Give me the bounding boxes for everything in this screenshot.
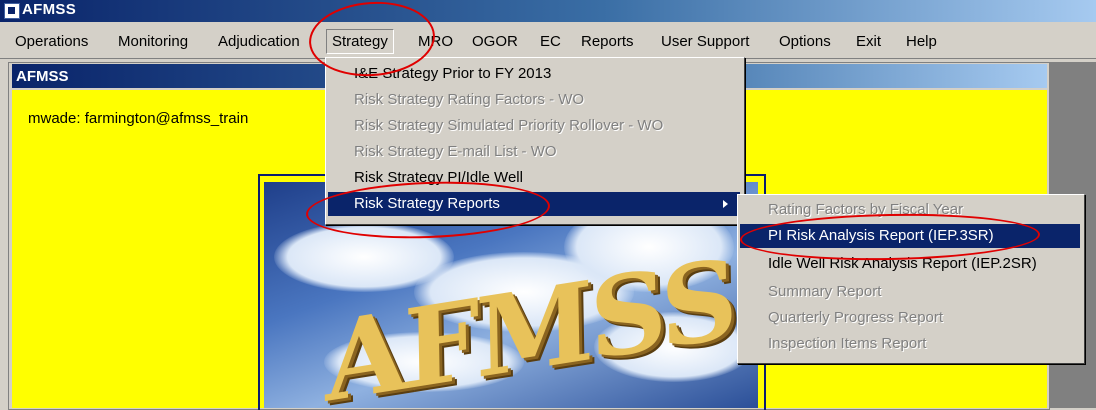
menu-user-support[interactable]: User Support bbox=[661, 33, 749, 50]
user-connection-label: mwade: farmington@afmss_train bbox=[28, 110, 249, 127]
risk-strategy-reports-submenu: Rating Factors by Fiscal Year PI Risk An… bbox=[737, 194, 1085, 364]
submenu-item-pi-risk-analysis[interactable]: PI Risk Analysis Report (IEP.3SR) bbox=[740, 224, 1080, 248]
menu-reports[interactable]: Reports bbox=[581, 33, 634, 50]
menu-help[interactable]: Help bbox=[906, 33, 937, 50]
strategy-dropdown-menu: I&E Strategy Prior to FY 2013 Risk Strat… bbox=[325, 57, 745, 225]
submenu-item-idle-well-risk-analysis[interactable]: Idle Well Risk Analysis Report (IEP.2SR) bbox=[740, 252, 1080, 276]
submenu-item-summary-report[interactable]: Summary Report bbox=[740, 280, 1080, 304]
menu-item-risk-simulated-rollover[interactable]: Risk Strategy Simulated Priority Rollove… bbox=[328, 114, 740, 138]
menu-adjudication[interactable]: Adjudication bbox=[218, 33, 300, 50]
menu-item-risk-pi-idle-well[interactable]: Risk Strategy PI/Idle Well bbox=[328, 166, 740, 190]
menu-bar: Operations Monitoring Adjudication Strat… bbox=[0, 22, 1096, 59]
menu-item-risk-strategy-reports[interactable]: Risk Strategy Reports bbox=[328, 192, 740, 216]
menu-operations[interactable]: Operations bbox=[15, 33, 88, 50]
menu-strategy[interactable]: Strategy bbox=[326, 29, 394, 54]
submenu-arrow-icon bbox=[723, 200, 728, 208]
app-title: AFMSS bbox=[22, 1, 76, 18]
menu-item-ie-strategy-prior-fy2013[interactable]: I&E Strategy Prior to FY 2013 bbox=[328, 62, 740, 86]
submenu-item-rating-factors-fy[interactable]: Rating Factors by Fiscal Year bbox=[740, 198, 1080, 222]
submenu-item-quarterly-progress[interactable]: Quarterly Progress Report bbox=[740, 306, 1080, 330]
menu-ec[interactable]: EC bbox=[540, 33, 561, 50]
child-window-title: AFMSS bbox=[16, 68, 69, 85]
menu-item-risk-rating-factors[interactable]: Risk Strategy Rating Factors - WO bbox=[328, 88, 740, 112]
menu-item-risk-email-list[interactable]: Risk Strategy E-mail List - WO bbox=[328, 140, 740, 164]
menu-exit[interactable]: Exit bbox=[856, 33, 881, 50]
menu-options[interactable]: Options bbox=[779, 33, 831, 50]
menu-ogor[interactable]: OGOR bbox=[472, 33, 518, 50]
menu-mro[interactable]: MRO bbox=[418, 33, 453, 50]
submenu-item-inspection-items[interactable]: Inspection Items Report bbox=[740, 332, 1080, 356]
app-icon bbox=[4, 3, 20, 19]
menu-item-label: Risk Strategy Reports bbox=[354, 195, 500, 212]
menu-monitoring[interactable]: Monitoring bbox=[118, 33, 188, 50]
app-title-bar[interactable]: AFMSS bbox=[0, 0, 1096, 22]
